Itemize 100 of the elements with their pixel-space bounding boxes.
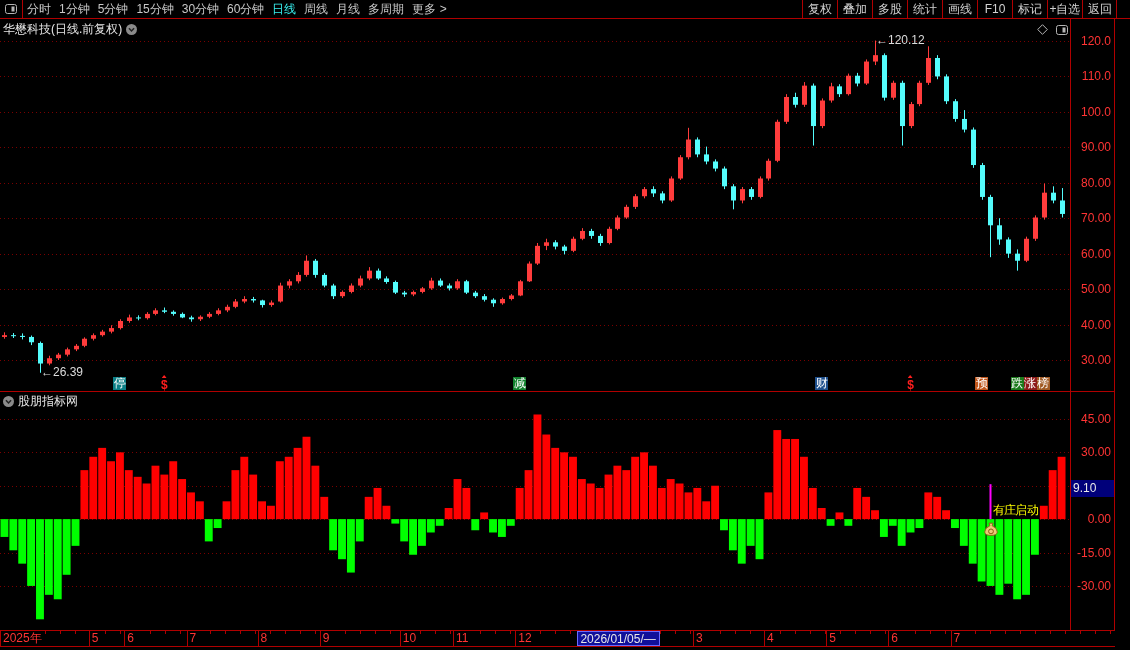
candle bbox=[100, 329, 105, 338]
candle bbox=[749, 186, 754, 201]
period-tab[interactable]: 30分钟 bbox=[181, 0, 220, 18]
candle bbox=[225, 304, 230, 313]
time-label: 9 bbox=[319, 631, 333, 646]
candle bbox=[455, 278, 460, 291]
candle bbox=[775, 119, 780, 163]
candle bbox=[962, 109, 967, 133]
axis-label: 80.00 bbox=[1080, 175, 1111, 190]
candle bbox=[855, 72, 860, 87]
candle bbox=[731, 183, 736, 210]
signal-label: 有庄启动 bbox=[992, 503, 1039, 518]
candle bbox=[571, 236, 576, 253]
candle bbox=[944, 73, 949, 105]
candle bbox=[331, 283, 336, 300]
candle bbox=[509, 293, 514, 301]
period-tab[interactable]: 15分钟 bbox=[136, 0, 174, 18]
candle bbox=[633, 193, 638, 210]
candle bbox=[740, 186, 745, 204]
time-label: 3 bbox=[692, 631, 706, 646]
candle bbox=[900, 80, 905, 147]
candle bbox=[1042, 182, 1047, 221]
panel-icon[interactable] bbox=[1056, 24, 1068, 35]
axis-label: -15.00 bbox=[1076, 545, 1111, 560]
time-label: 12 bbox=[515, 631, 535, 646]
candle bbox=[909, 101, 914, 129]
axis-label: 0.00 bbox=[1087, 512, 1111, 527]
period-tab[interactable]: 月线 bbox=[336, 0, 361, 18]
candle bbox=[420, 286, 425, 294]
candle bbox=[624, 204, 629, 220]
candle bbox=[1024, 236, 1029, 263]
toolbar-button[interactable]: 返回 bbox=[1082, 0, 1117, 18]
candle bbox=[891, 80, 896, 101]
candle bbox=[544, 238, 549, 251]
axis-label: 30.00 bbox=[1080, 353, 1111, 367]
candle bbox=[980, 162, 985, 201]
time-label: 2026/01/05/— bbox=[577, 631, 660, 646]
chart-title: 华懋科技(日线.前复权) bbox=[3, 22, 123, 36]
candle bbox=[429, 277, 434, 291]
candle bbox=[713, 158, 718, 172]
candle bbox=[29, 335, 34, 346]
candle bbox=[473, 290, 478, 299]
candle bbox=[500, 297, 505, 306]
arrow-up-icon bbox=[161, 375, 167, 378]
axis-label: 60.00 bbox=[1080, 246, 1111, 261]
candle bbox=[607, 226, 612, 245]
candle bbox=[882, 52, 887, 101]
candle bbox=[322, 272, 327, 288]
period-tab[interactable]: 多周期 bbox=[368, 0, 405, 18]
axis-label: 40.00 bbox=[1080, 317, 1111, 332]
candle bbox=[233, 298, 238, 309]
chevron-down-icon[interactable] bbox=[3, 395, 14, 407]
diamond-icon[interactable] bbox=[1037, 24, 1048, 35]
candle bbox=[11, 332, 16, 339]
candle bbox=[873, 40, 878, 66]
candle bbox=[376, 268, 381, 281]
chevron-down-icon[interactable] bbox=[126, 23, 138, 35]
candle bbox=[65, 347, 70, 357]
panel-icon[interactable] bbox=[5, 4, 17, 14]
toolbar-button[interactable]: +自选 bbox=[1047, 0, 1082, 18]
period-tab[interactable]: 分时 bbox=[27, 0, 51, 18]
candle bbox=[38, 341, 43, 374]
candle bbox=[669, 175, 674, 203]
marker-sign: $ bbox=[161, 379, 168, 391]
candle bbox=[829, 82, 834, 104]
candle bbox=[287, 278, 292, 289]
candle bbox=[598, 233, 603, 247]
marker-tag: 跌 bbox=[1010, 377, 1024, 390]
candle bbox=[651, 185, 656, 198]
money-bag-icon bbox=[983, 522, 998, 537]
candle bbox=[118, 318, 123, 330]
candle bbox=[695, 136, 700, 158]
period-tab[interactable]: 1分钟 bbox=[59, 0, 90, 18]
candle bbox=[704, 146, 709, 165]
marker-tag: 财 bbox=[815, 377, 829, 390]
candle bbox=[180, 312, 185, 319]
candle bbox=[153, 307, 158, 316]
candle bbox=[1015, 248, 1020, 272]
period-tab[interactable]: 更多 > bbox=[412, 0, 447, 18]
candle bbox=[340, 290, 345, 299]
candle bbox=[411, 290, 416, 297]
candle bbox=[722, 165, 727, 190]
period-tab[interactable]: 5分钟 bbox=[97, 0, 129, 18]
candle bbox=[1033, 214, 1038, 242]
candle bbox=[642, 186, 647, 199]
candle bbox=[766, 158, 771, 182]
axis-label: 90.00 bbox=[1080, 140, 1111, 155]
period-tab[interactable]: 周线 bbox=[304, 0, 329, 18]
time-label: 2025年 bbox=[0, 631, 45, 646]
candle bbox=[402, 290, 407, 298]
axis-label: 110.0 bbox=[1081, 69, 1111, 84]
period-tab[interactable]: 日线 bbox=[272, 0, 297, 18]
candle bbox=[482, 293, 487, 302]
candle bbox=[91, 332, 96, 341]
candle bbox=[438, 277, 443, 288]
candle bbox=[145, 311, 150, 321]
candle bbox=[518, 279, 523, 297]
period-tab[interactable]: 60分钟 bbox=[227, 0, 265, 18]
time-label: 4 bbox=[763, 631, 777, 646]
candle bbox=[127, 314, 132, 324]
